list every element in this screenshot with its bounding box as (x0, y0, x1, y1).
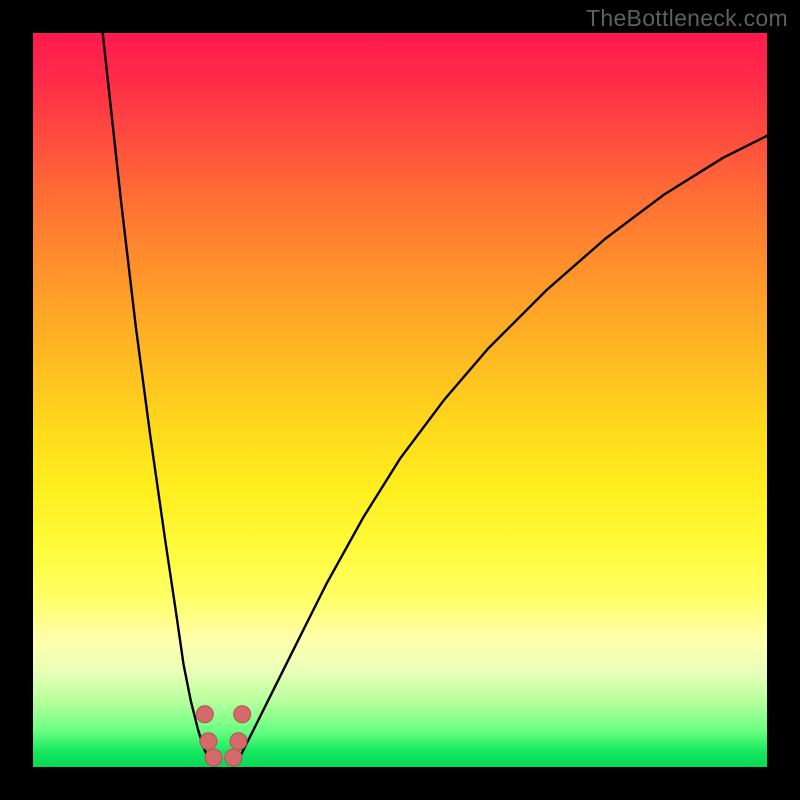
plot-area (33, 33, 767, 767)
curve-right-branch (239, 136, 768, 760)
marker-dot (230, 733, 247, 750)
marker-dot (234, 706, 251, 723)
watermark-text: TheBottleneck.com (586, 5, 788, 32)
chart-frame: TheBottleneck.com (0, 0, 800, 800)
marker-dot (196, 706, 213, 723)
marker-dot (200, 733, 217, 750)
marker-dot (225, 749, 242, 766)
curve-layer (33, 33, 767, 767)
curve-left-branch (103, 33, 210, 760)
marker-dot (205, 749, 222, 766)
